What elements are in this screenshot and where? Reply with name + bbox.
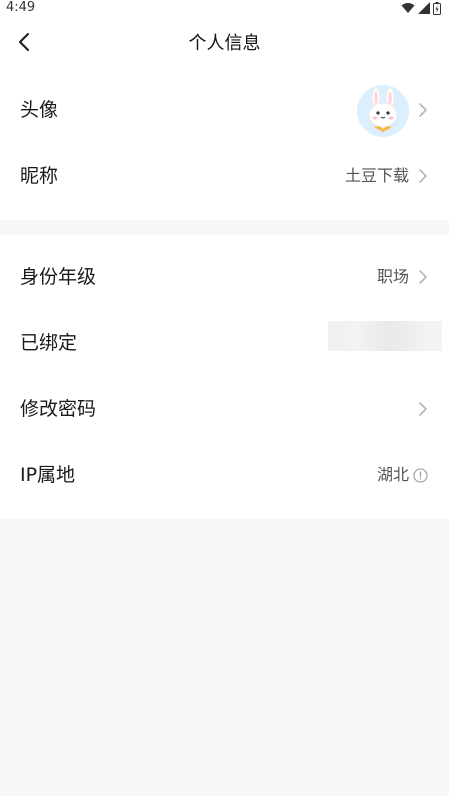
page-title: 个人信息 (188, 33, 261, 54)
nickname-value: 土豆下载 (344, 166, 409, 185)
nickname-row[interactable]: 昵称 土豆下载 (0, 150, 449, 202)
bound-label: 已绑定 (20, 332, 78, 354)
header: 个人信息 (0, 18, 449, 70)
info-circle-icon[interactable] (413, 468, 428, 483)
identity-label: 身份年级 (20, 266, 97, 288)
chevron-right-icon (419, 402, 427, 416)
bound-row[interactable]: 已绑定 (0, 315, 449, 371)
ip-location-value: 湖北 (376, 465, 409, 484)
chevron-right-icon (419, 169, 427, 183)
avatar-row[interactable]: 头像 (0, 70, 449, 150)
password-row[interactable]: 修改密码 (0, 381, 449, 437)
chevron-right-icon (419, 270, 427, 284)
ip-location-row: IP属地 湖北 (0, 447, 449, 503)
screen: 4:49 个人信息 头像 昵称 土豆下载 身份年级 职场 已绑定 修改密码 IP… (0, 0, 449, 796)
wifi-icon (401, 2, 415, 14)
profile-section: 头像 昵称 土豆下载 (0, 70, 449, 220)
rabbit-avatar-image (357, 85, 409, 137)
password-label: 修改密码 (20, 398, 97, 420)
battery-icon (433, 1, 441, 15)
status-bar: 4:49 (0, 0, 449, 18)
avatar[interactable] (357, 85, 409, 137)
identity-row[interactable]: 身份年级 职场 (0, 249, 449, 305)
bound-account-blurred (328, 321, 442, 351)
avatar-label: 头像 (20, 99, 59, 121)
status-icons (401, 1, 441, 15)
nickname-label: 昵称 (20, 165, 59, 187)
identity-value: 职场 (376, 267, 409, 286)
chevron-right-icon (419, 103, 427, 117)
status-time: 4:49 (6, 0, 36, 15)
ip-location-label: IP属地 (20, 464, 76, 486)
signal-icon (418, 2, 430, 14)
account-section: 身份年级 职场 已绑定 修改密码 IP属地 湖北 (0, 235, 449, 519)
